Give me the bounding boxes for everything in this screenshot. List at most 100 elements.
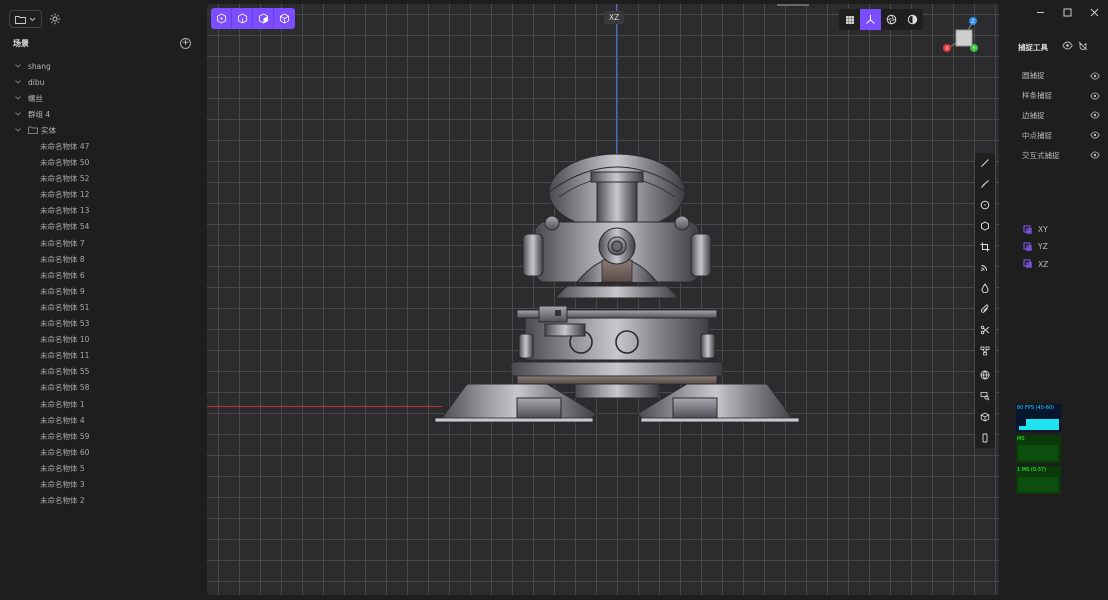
tree-group-dibu[interactable]: dibu <box>0 74 206 90</box>
tree-group-screws[interactable]: 螺丝 <box>0 90 206 106</box>
lighting-button[interactable] <box>902 9 923 30</box>
chevron-down-icon[interactable] <box>14 126 22 134</box>
eye-icon[interactable] <box>1090 72 1100 80</box>
tree-leaf-item[interactable]: 未命名物体 5 <box>0 460 206 476</box>
axes-icon <box>866 15 875 24</box>
aperture-icon <box>886 14 897 25</box>
axes-toggle-button[interactable] <box>860 9 881 30</box>
add-object-button[interactable]: + <box>180 38 191 49</box>
tree-leaf-item[interactable]: 未命名物体 58 <box>0 380 206 396</box>
snap-item-edge[interactable]: 边捕捉 <box>1022 106 1100 126</box>
nodes-icon <box>980 346 990 355</box>
magnet-off-icon[interactable] <box>1078 41 1088 51</box>
tree-leaf-item[interactable]: 未命名物体 53 <box>0 316 206 332</box>
tree-leaf-item[interactable]: 未命名物体 47 <box>0 138 206 154</box>
viewport-drag-handle[interactable] <box>777 4 809 6</box>
polygon-tool[interactable] <box>975 215 995 236</box>
mem-label: 1 MS (0-37) <box>1017 467 1047 473</box>
minimize-button[interactable] <box>1035 7 1046 18</box>
drop-tool[interactable] <box>975 278 995 299</box>
attach-tool[interactable] <box>975 299 995 320</box>
view-top-button[interactable] <box>211 8 232 29</box>
tree-group-4[interactable]: 群组 4 <box>0 106 206 122</box>
tree-group-shang[interactable]: shang <box>0 58 206 74</box>
plane-item-xz[interactable]: XZ <box>1023 256 1048 273</box>
circle-tool[interactable] <box>975 195 995 216</box>
tree-leaf-item[interactable]: 未命名物体 7 <box>0 235 206 251</box>
tree-leaf-item[interactable]: 未命名物体 50 <box>0 155 206 171</box>
tree-leaf-item[interactable]: 未命名物体 11 <box>0 348 206 364</box>
plane-item-yz[interactable]: YZ <box>1023 238 1048 255</box>
grid-icon <box>845 15 854 24</box>
eye-icon[interactable] <box>1090 151 1100 159</box>
scissors-icon <box>980 325 990 335</box>
3d-viewport[interactable]: XZ <box>207 4 999 595</box>
tree-leaf-item[interactable]: 未命名物体 8 <box>0 251 206 267</box>
snap-item-spline[interactable]: 样条捕捉 <box>1022 86 1100 106</box>
tree-leaf-item[interactable]: 未命名物体 2 <box>0 493 206 509</box>
line-tool[interactable] <box>975 153 995 174</box>
device-tool[interactable] <box>975 427 995 448</box>
fps-graph <box>1026 419 1059 430</box>
3d-model[interactable] <box>427 152 807 424</box>
tree-leaf-item[interactable]: 未命名物体 55 <box>0 364 206 380</box>
folder-icon <box>15 15 26 24</box>
chevron-down-icon[interactable] <box>14 78 22 86</box>
tree-group-entity[interactable]: 实体 <box>0 122 206 138</box>
mem-panel: 1 MS (0-37) <box>1016 466 1061 494</box>
eye-icon[interactable] <box>1090 92 1100 100</box>
tree-leaf-item[interactable]: 未命名物体 9 <box>0 283 206 299</box>
tree-leaf-item[interactable]: 未命名物体 60 <box>0 444 206 460</box>
tree-leaf-item[interactable]: 未命名物体 3 <box>0 476 206 492</box>
crop-tool[interactable] <box>975 236 995 257</box>
settings-button[interactable] <box>48 12 62 26</box>
tree-leaf-item[interactable]: 未命名物体 52 <box>0 171 206 187</box>
eye-icon[interactable] <box>1090 131 1100 139</box>
tree-leaf-item[interactable]: 未命名物体 51 <box>0 299 206 315</box>
view-iso-button[interactable] <box>274 8 295 29</box>
grid-toggle-button[interactable] <box>839 9 860 30</box>
globe-tool[interactable] <box>975 365 995 386</box>
tree-leaf-item[interactable]: 未命名物体 4 <box>0 412 206 428</box>
tree-leaf-item[interactable]: 未命名物体 6 <box>0 267 206 283</box>
x-axis-line <box>207 406 442 407</box>
orientation-gizmo[interactable]: X Y Z <box>940 15 980 55</box>
arc-tool[interactable] <box>975 257 995 278</box>
search-tool[interactable] <box>975 386 995 407</box>
scene-toolbar <box>9 10 62 28</box>
node-tool[interactable] <box>975 340 995 361</box>
tree-leaf-item[interactable]: 未命名物体 10 <box>0 332 206 348</box>
chevron-down-icon[interactable] <box>14 62 22 70</box>
plane-item-xy[interactable]: XY <box>1023 221 1048 238</box>
minimize-icon <box>1037 12 1044 13</box>
tree-leaf-item[interactable]: 未命名物体 1 <box>0 396 206 412</box>
render-mode-button[interactable] <box>881 9 902 30</box>
eye-icon[interactable] <box>1062 41 1073 50</box>
view-front-button[interactable] <box>232 8 253 29</box>
draw-toolbar <box>975 153 995 449</box>
snap-item-interactive[interactable]: 交互式捕捉 <box>1022 145 1100 165</box>
snap-item-midpoint[interactable]: 中点捕捉 <box>1022 125 1100 145</box>
chevron-down-icon[interactable] <box>14 94 22 102</box>
maximize-button[interactable] <box>1062 7 1073 18</box>
folder-dropdown-button[interactable] <box>9 10 42 28</box>
tree-leaf-item[interactable]: 未命名物体 12 <box>0 187 206 203</box>
box-tool[interactable] <box>975 407 995 428</box>
snap-item-label: 中点捕捉 <box>1022 130 1052 140</box>
tree-group-label: 螺丝 <box>28 93 43 103</box>
tree-leaf-item[interactable]: 未命名物体 13 <box>0 203 206 219</box>
performance-monitor[interactable]: 60 FPS (45-60) MS 1 MS (0-37) <box>1016 404 1061 497</box>
eye-icon[interactable] <box>1090 111 1100 119</box>
close-button[interactable] <box>1089 7 1100 18</box>
tree-leaf-item[interactable]: 未命名物体 54 <box>0 219 206 235</box>
snap-item-circle[interactable]: 圆捕捉 <box>1022 66 1100 86</box>
polyline-tool[interactable] <box>975 174 995 195</box>
plane-label: YZ <box>1038 242 1048 252</box>
cut-tool[interactable] <box>975 319 995 340</box>
chevron-down-icon[interactable] <box>14 110 22 118</box>
view-side-button[interactable] <box>253 8 274 29</box>
tree-group-label: 实体 <box>41 125 56 135</box>
scene-tree: shang dibu 螺丝 群组 4 实体 未命名物体 47 未命名物体 50 未命… <box>0 58 206 509</box>
tree-leaf-item[interactable]: 未命名物体 59 <box>0 428 206 444</box>
fps-graph-low <box>1019 426 1027 430</box>
